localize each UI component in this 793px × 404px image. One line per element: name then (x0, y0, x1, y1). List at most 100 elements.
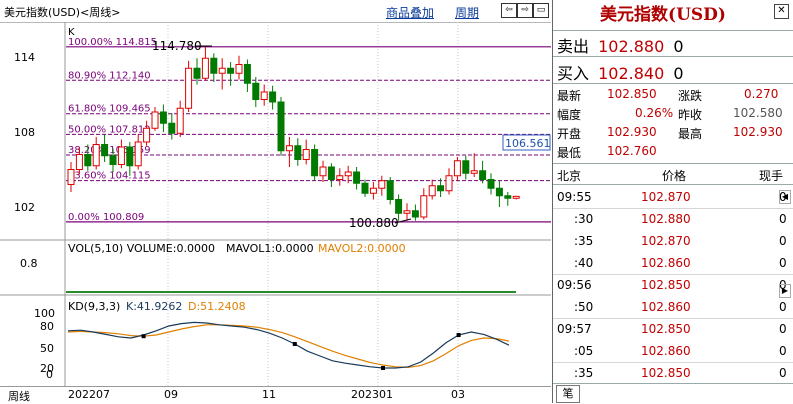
candle-down (386, 180, 394, 200)
candle-down (210, 57, 218, 74)
quote-title: 美元指数(USD) (600, 5, 726, 25)
close-icon[interactable]: ✕ (774, 4, 789, 19)
kd-cross-marker (381, 366, 385, 370)
stat-label: 最低 (557, 146, 582, 160)
fib-label: 0.00% 100.809 (68, 212, 144, 223)
candle-down (84, 154, 92, 167)
candle-up (453, 160, 461, 177)
candle-down (327, 166, 335, 180)
chart-title: 美元指数(USD)<周线> (4, 6, 121, 19)
candle-down (462, 160, 470, 174)
tick-time: 09:55 (557, 190, 592, 204)
sell-label: 卖出 (557, 37, 590, 56)
fib-label: 80.90% 112.140 (68, 70, 151, 81)
candle-up (185, 67, 193, 109)
candle-down (311, 149, 319, 177)
nav-left-icon[interactable]: ⇦ (501, 3, 517, 18)
candle-up (302, 149, 310, 160)
tick-price: 102.860 (641, 256, 691, 270)
candlestick-chart[interactable]: 100.00% 114.815 80.90% 112.140 61.80% 109.… (0, 22, 551, 388)
candle-down (168, 122, 176, 134)
y-label-108: 108 (14, 126, 35, 139)
tick-time: :40 (574, 256, 594, 270)
y-label-114: 114 (14, 51, 35, 64)
candle-up (134, 141, 142, 167)
high-annotation: 114.780 (152, 39, 202, 53)
candle-up (445, 175, 453, 192)
period-label: 周线 (8, 390, 30, 403)
candle-up (176, 107, 184, 134)
chart-header: 美元指数(USD)<周线> 商品叠加 周期 ⇦ ⇨ ▭ (0, 0, 551, 23)
stat-label: 昨收 (678, 108, 703, 122)
tick-price: 102.850 (641, 366, 691, 380)
candle-down (504, 195, 512, 199)
quote-panel: 美元指数(USD) ✕ 卖出 102.880 0 买入 102.840 0 最新… (552, 0, 793, 403)
sell-row: 卖出 102.880 0 (557, 33, 684, 57)
stat-value: 0.26% (635, 106, 674, 120)
candle-up (75, 154, 83, 170)
tick-price: 102.880 (641, 212, 691, 226)
fib-label: 100.00% 114.815 (68, 37, 157, 48)
tick-time: :35 (574, 234, 594, 248)
tab-trades[interactable]: 笔 (556, 385, 580, 403)
mavol1-label: MAVOL1:0.0000 (226, 242, 314, 255)
tick-time: :50 (574, 300, 594, 314)
stat-value: 102.760 (607, 144, 657, 158)
candle-down (126, 146, 134, 167)
kd-k-label: K:41.9262 (126, 300, 182, 313)
kd-y-100: 100 (34, 307, 55, 320)
candle-up (512, 195, 520, 199)
k-label: K (68, 27, 75, 38)
fib-label: 23.60% 104.115 (68, 171, 151, 182)
stat-label: 最高 (678, 127, 703, 141)
candle-up (260, 91, 268, 100)
stat-value: 102.850 (607, 87, 657, 101)
stat-value: 0.270 (744, 87, 779, 101)
tick-time: 09:57 (557, 322, 592, 336)
kd-k-line (67, 321, 510, 369)
tick-header-qty: 现手 (759, 169, 784, 183)
period-button[interactable]: 周期 (455, 4, 479, 21)
candle-up (403, 210, 411, 214)
date-tick: 09 (164, 388, 178, 401)
tick-time: :05 (574, 344, 594, 358)
tick-price: 102.860 (641, 344, 691, 358)
price-tag: 106.561 (505, 137, 551, 150)
overlay-button[interactable]: 商品叠加 (386, 4, 434, 21)
tick-price: 102.850 (641, 322, 691, 336)
sell-qty: 0 (673, 37, 684, 56)
candle-down (109, 155, 117, 165)
candle-down (437, 185, 445, 192)
candle-down (353, 171, 361, 184)
nav-panel-icon[interactable]: ▭ (533, 3, 549, 18)
vol-y-label: 0.8 (20, 257, 38, 270)
kd-cross-marker (141, 334, 146, 339)
y-label-102: 102 (14, 201, 35, 214)
candle-down (193, 67, 201, 79)
candle-down (361, 182, 369, 194)
fib-label: 50.00% 107.812 (68, 124, 151, 135)
candle-down (479, 170, 487, 180)
nav-right-icon[interactable]: ⇨ (517, 3, 533, 18)
tick-time: :35 (574, 366, 594, 380)
candle-down (294, 145, 302, 160)
candle-up (67, 169, 75, 185)
stat-label: 幅度 (557, 108, 582, 122)
date-axis: 周线 202207 09 11 202301 03 (0, 386, 551, 404)
buy-row: 买入 102.840 0 (557, 60, 684, 84)
candle-up (285, 145, 293, 152)
tick-header-time: 北京 (557, 169, 582, 183)
stat-label: 最新 (557, 89, 582, 103)
buy-price: 102.840 (598, 64, 665, 83)
scrollbar[interactable]: ◀ ▶ (779, 190, 791, 380)
candle-down (252, 82, 260, 100)
kd-label: KD(9,3,3) (68, 300, 120, 313)
candle-down (495, 187, 503, 197)
tick-header-price: 价格 (662, 169, 687, 183)
tick-price: 102.870 (641, 234, 691, 248)
date-tick: 202207 (68, 388, 110, 401)
candle-down (487, 179, 495, 189)
candle-down (395, 199, 403, 214)
low-annotation: 100.880 (349, 216, 399, 230)
fib-label: 61.80% 109.465 (68, 104, 151, 115)
